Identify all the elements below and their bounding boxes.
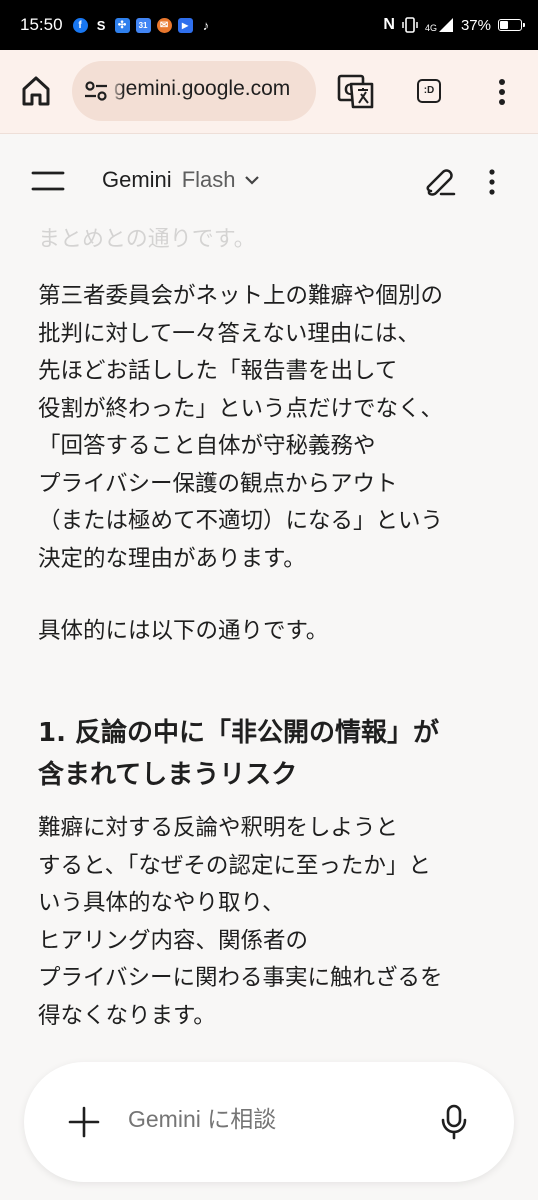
model-selector[interactable]: Gemini Flash (102, 167, 261, 193)
home-icon[interactable] (20, 74, 52, 108)
status-bar-right: N 4G 37% (383, 16, 525, 34)
facebook-icon: f (72, 17, 88, 33)
chevron-down-icon (245, 176, 260, 185)
nfc-icon: N (383, 16, 395, 33)
microphone-icon[interactable] (440, 1104, 468, 1140)
translate-icon[interactable]: G (337, 74, 375, 110)
tiktok-icon: ♪ (202, 17, 210, 33)
calendar-icon: 31 (135, 17, 151, 33)
mail-app-icon: ✉ (156, 17, 172, 33)
extension-button[interactable]: :D (417, 79, 441, 103)
status-bar: 15:50 f S ✣ 31 ✉ ▶ ♪ N 4G 37% (0, 0, 538, 50)
battery-percent: 37% (460, 16, 491, 34)
text-line: いう具体的なやり取り、 (38, 890, 285, 916)
prompt-input[interactable] (128, 1106, 408, 1133)
text-line: 批判に対して一々答えない理由には、 (38, 320, 420, 347)
url-text[interactable]: gemini.google.com (114, 77, 316, 101)
text-line: プライバシー保護の観点からアウト (38, 470, 398, 497)
response-paragraph-3: 難癖に対する反論や釈明をしようと すると、「なぜその認定に至ったか」と いう具体… (38, 810, 508, 1035)
battery-icon (498, 19, 525, 31)
prompt-composer (24, 1062, 514, 1182)
heading-line: 1. 反論の中に「非公開の情報」が (38, 718, 440, 748)
extension-label: :D (423, 85, 435, 96)
youtube-icon: ▶ (177, 17, 193, 33)
response-content: まとめとの通りです。 第三者委員会がネット上の難癖や個別の 批判に対して一々答え… (0, 227, 538, 1080)
section-heading: 1. 反論の中に「非公開の情報」が 含まれてしまうリスク (38, 712, 508, 796)
signal-icon: 4G (425, 17, 454, 33)
s-app-icon: S (96, 17, 106, 33)
site-settings-icon[interactable] (84, 80, 108, 102)
url-fade (110, 61, 124, 121)
faded-previous-line: まとめとの通りです。 (38, 227, 256, 252)
vibrate-icon (402, 17, 418, 33)
text-line: 難癖に対する反論や釈明をしようと (38, 815, 399, 841)
text-line: 先ほどお話しした「報告書を出して (38, 358, 398, 384)
text-line: （または極めて不適切）になる」という (38, 508, 444, 534)
menu-icon[interactable] (30, 169, 66, 193)
address-bar[interactable]: gemini.google.com (72, 61, 316, 121)
model-name: Flash (181, 167, 236, 192)
response-paragraph-2: 具体的には以下の通りです。 (38, 613, 508, 651)
text-line: 役割が終わった」という点だけでなく、 (38, 395, 444, 422)
text-line: プライバシーに関わる事実に触れざるを (38, 965, 443, 991)
new-chat-icon[interactable] (424, 167, 456, 197)
text-line: 「回答すること自体が守秘義務や (38, 433, 376, 459)
more-options-icon[interactable] (480, 167, 504, 197)
app-title: Gemini (102, 167, 172, 192)
heading-line: 含まれてしまうリスク (38, 760, 298, 790)
status-time: 15:50 (20, 15, 63, 34)
text-line: 第三者委員会がネット上の難癖や個別の (38, 283, 444, 309)
text-line: 具体的には以下の通りです。 (38, 618, 329, 644)
network-type-label: 4G (424, 23, 437, 33)
puzzle-app-icon: ✣ (114, 17, 130, 33)
text-line: 得なくなります。 (38, 1002, 216, 1029)
status-bar-left: 15:50 f S ✣ 31 ✉ ▶ ♪ (20, 15, 214, 35)
text-line: 決定的な理由があります。 (38, 545, 306, 572)
browser-menu-icon[interactable] (490, 76, 514, 108)
response-paragraph-1: 第三者委員会がネット上の難癖や個別の 批判に対して一々答えない理由には、 先ほど… (38, 278, 508, 578)
text-line: ヒアリング内容、関係者の (38, 927, 309, 954)
add-attachment-icon[interactable] (68, 1106, 100, 1138)
text-line: すると、「なぜその認定に至ったか」と (38, 852, 431, 879)
browser-toolbar: gemini.google.com G :D (0, 50, 538, 134)
app-header: Gemini Flash (0, 135, 538, 227)
